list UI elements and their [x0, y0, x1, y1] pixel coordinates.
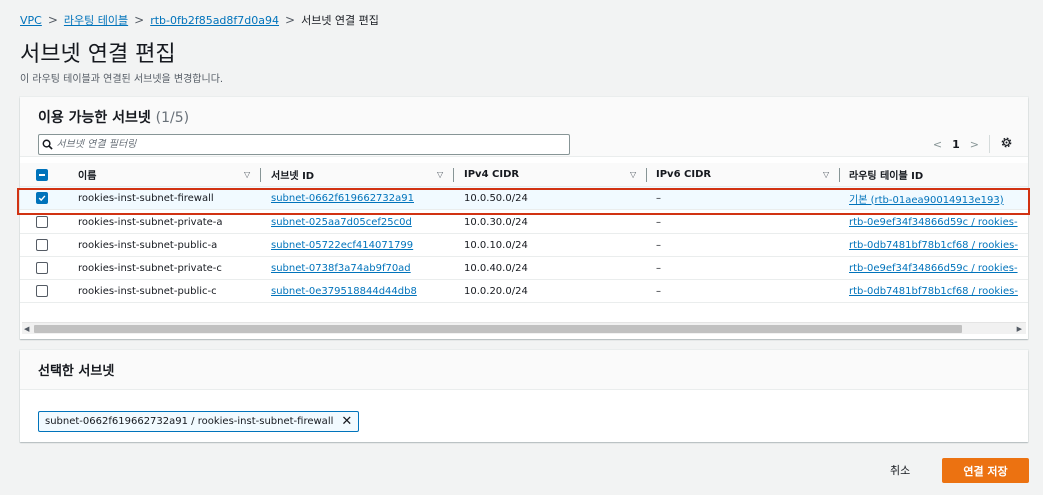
remove-token-close-icon[interactable]: ✕ [341, 415, 352, 428]
scroll-left-arrow-icon[interactable]: ◀ [24, 323, 29, 335]
save-associations-button[interactable]: 연결 저장 [942, 458, 1029, 483]
ipv4-cidr: 10.0.30.0/24 [464, 216, 528, 228]
column-resizer[interactable] [646, 168, 647, 182]
breadcrumb-separator: > [134, 13, 145, 27]
selected-subnets-title: 선택한 서브넷 [38, 364, 115, 379]
breadcrumb-route-tables[interactable]: 라우팅 테이블 [64, 12, 128, 28]
available-subnets-title: 이용 가능한 서브넷 (1/5) [38, 107, 189, 127]
column-resizer[interactable] [453, 168, 454, 182]
row-checkbox-cell [36, 234, 52, 256]
settings-gear-icon[interactable] [1000, 136, 1013, 152]
breadcrumb-separator: > [285, 13, 296, 27]
ipv6-cidr: – [656, 285, 661, 297]
subnet-name: rookies-inst-subnet-firewall [78, 192, 214, 204]
select-all-cell [36, 163, 52, 186]
sort-icon[interactable]: ▽ [630, 170, 636, 179]
row-checkbox[interactable] [36, 239, 48, 251]
row-checkbox-cell [36, 211, 52, 233]
header-ipv4-cidr[interactable]: IPv4 CIDR [464, 163, 654, 186]
header-subnet-id[interactable]: 서브넷 ID [271, 163, 461, 186]
breadcrumb-route-table-id[interactable]: rtb-0fb2f85ad8f7d0a94 [150, 14, 279, 27]
table-header-row: 이름 ▽ 서브넷 ID ▽ IPv4 CIDR ▽ IPv6 CIDR ▽ 라우… [20, 163, 1028, 187]
table-row[interactable]: rookies-inst-subnet-private-a subnet-025… [20, 211, 1028, 234]
ipv4-cidr: 10.0.20.0/24 [464, 285, 528, 297]
route-table-link[interactable]: rtb-0e9ef34f34866d59c / rookies- [849, 217, 1018, 228]
ipv6-cidr: – [656, 239, 661, 251]
route-table-link[interactable]: rtb-0e9ef34f34866d59c / rookies- [849, 263, 1018, 274]
table-row[interactable]: rookies-inst-subnet-public-c subnet-0e37… [20, 280, 1028, 303]
table-row[interactable]: rookies-inst-subnet-firewall subnet-0662… [20, 187, 1028, 210]
ipv4-cidr: 10.0.50.0/24 [464, 192, 528, 204]
subnet-id-link[interactable]: subnet-0e379518844d44db8 [271, 286, 417, 297]
header-route-table-id[interactable]: 라우팅 테이블 ID [849, 163, 1028, 186]
ipv6-cidr: – [656, 262, 661, 274]
page-title: 서브넷 연결 편집 [20, 42, 176, 67]
sort-icon[interactable]: ▽ [823, 170, 829, 179]
subnet-id-link[interactable]: subnet-05722ecf414071799 [271, 240, 413, 251]
row-checkbox-cell [36, 257, 52, 279]
next-page-button[interactable]: > [970, 138, 979, 151]
subnet-id-link[interactable]: subnet-0738f3a74ab9f70ad [271, 263, 411, 274]
pagination: < 1 > [933, 135, 1013, 153]
row-checkbox[interactable] [36, 262, 48, 274]
row-checkbox[interactable] [36, 216, 48, 228]
available-subnets-panel: 이용 가능한 서브넷 (1/5) < 1 > 이름 ▽ 서브넷 ID ▽ [17, 97, 1030, 339]
column-resizer[interactable] [260, 168, 261, 182]
scroll-right-arrow-icon[interactable]: ▶ [1017, 323, 1022, 335]
row-checkbox-checked[interactable] [36, 192, 48, 204]
row-checkbox-cell [36, 280, 52, 302]
ipv4-cidr: 10.0.10.0/24 [464, 239, 528, 251]
select-all-checkbox[interactable] [36, 168, 48, 181]
column-resizer[interactable] [839, 168, 840, 182]
route-table-link[interactable]: rtb-0db7481bf78b1cf68 / rookies- [849, 286, 1018, 297]
ipv6-cidr: – [656, 216, 661, 228]
header-ipv6-cidr[interactable]: IPv6 CIDR [656, 163, 846, 186]
selected-subnet-token: subnet-0662f619662732a91 / rookies-inst-… [38, 411, 360, 432]
subnet-filter[interactable] [38, 134, 570, 155]
header-name[interactable]: 이름 [78, 163, 268, 186]
selected-subnets-header: 선택한 서브넷 [20, 350, 1028, 390]
row-checkbox-cell [36, 187, 52, 209]
breadcrumb-vpc[interactable]: VPC [20, 14, 42, 27]
pagination-divider [989, 135, 990, 153]
subnet-id-link[interactable]: subnet-025aa7d05cef25c0d [271, 217, 412, 228]
search-icon [39, 139, 56, 150]
scrollbar-thumb[interactable] [34, 325, 962, 333]
breadcrumb-separator: > [47, 13, 58, 27]
page-description: 이 라우팅 테이블과 연결된 서브넷을 변경합니다. [20, 74, 224, 85]
subnet-id-link[interactable]: subnet-0662f619662732a91 [271, 193, 414, 204]
table-row[interactable]: rookies-inst-subnet-public-a subnet-0572… [20, 234, 1028, 257]
row-checkbox[interactable] [36, 285, 48, 297]
ipv6-cidr: – [656, 192, 661, 204]
subnet-name: rookies-inst-subnet-public-c [78, 285, 217, 297]
route-table-link[interactable]: rtb-0db7481bf78b1cf68 / rookies- [849, 240, 1018, 251]
route-table-link[interactable]: 기본 (rtb-01aea90014913e193) [849, 191, 1004, 206]
selected-subnet-token-label: subnet-0662f619662732a91 / rookies-inst-… [45, 416, 334, 427]
cancel-button[interactable]: 취소 [890, 462, 910, 478]
subnets-table: 이름 ▽ 서브넷 ID ▽ IPv4 CIDR ▽ IPv6 CIDR ▽ 라우… [20, 163, 1028, 321]
available-subnets-header: 이용 가능한 서브넷 (1/5) < 1 > [20, 97, 1028, 157]
sort-icon[interactable]: ▽ [244, 170, 250, 179]
breadcrumb: VPC > 라우팅 테이블 > rtb-0fb2f85ad8f7d0a94 > … [20, 12, 379, 28]
sort-icon[interactable]: ▽ [437, 170, 443, 179]
horizontal-scrollbar[interactable]: ◀ ▶ [22, 322, 1026, 334]
breadcrumb-current: 서브넷 연결 편집 [301, 14, 379, 27]
selected-subnets-panel: 선택한 서브넷 subnet-0662f619662732a91 / rooki… [20, 350, 1028, 442]
ipv4-cidr: 10.0.40.0/24 [464, 262, 528, 274]
selection-count: (1/5) [155, 110, 190, 126]
subnet-name: rookies-inst-subnet-public-a [78, 239, 218, 251]
previous-page-button[interactable]: < [933, 138, 942, 151]
subnet-name: rookies-inst-subnet-private-c [78, 262, 222, 274]
table-row[interactable]: rookies-inst-subnet-private-c subnet-073… [20, 257, 1028, 280]
subnet-name: rookies-inst-subnet-private-a [78, 216, 223, 228]
subnet-filter-input[interactable] [56, 139, 569, 150]
available-subnets-title-text: 이용 가능한 서브넷 [38, 110, 151, 126]
current-page-number[interactable]: 1 [952, 138, 960, 151]
